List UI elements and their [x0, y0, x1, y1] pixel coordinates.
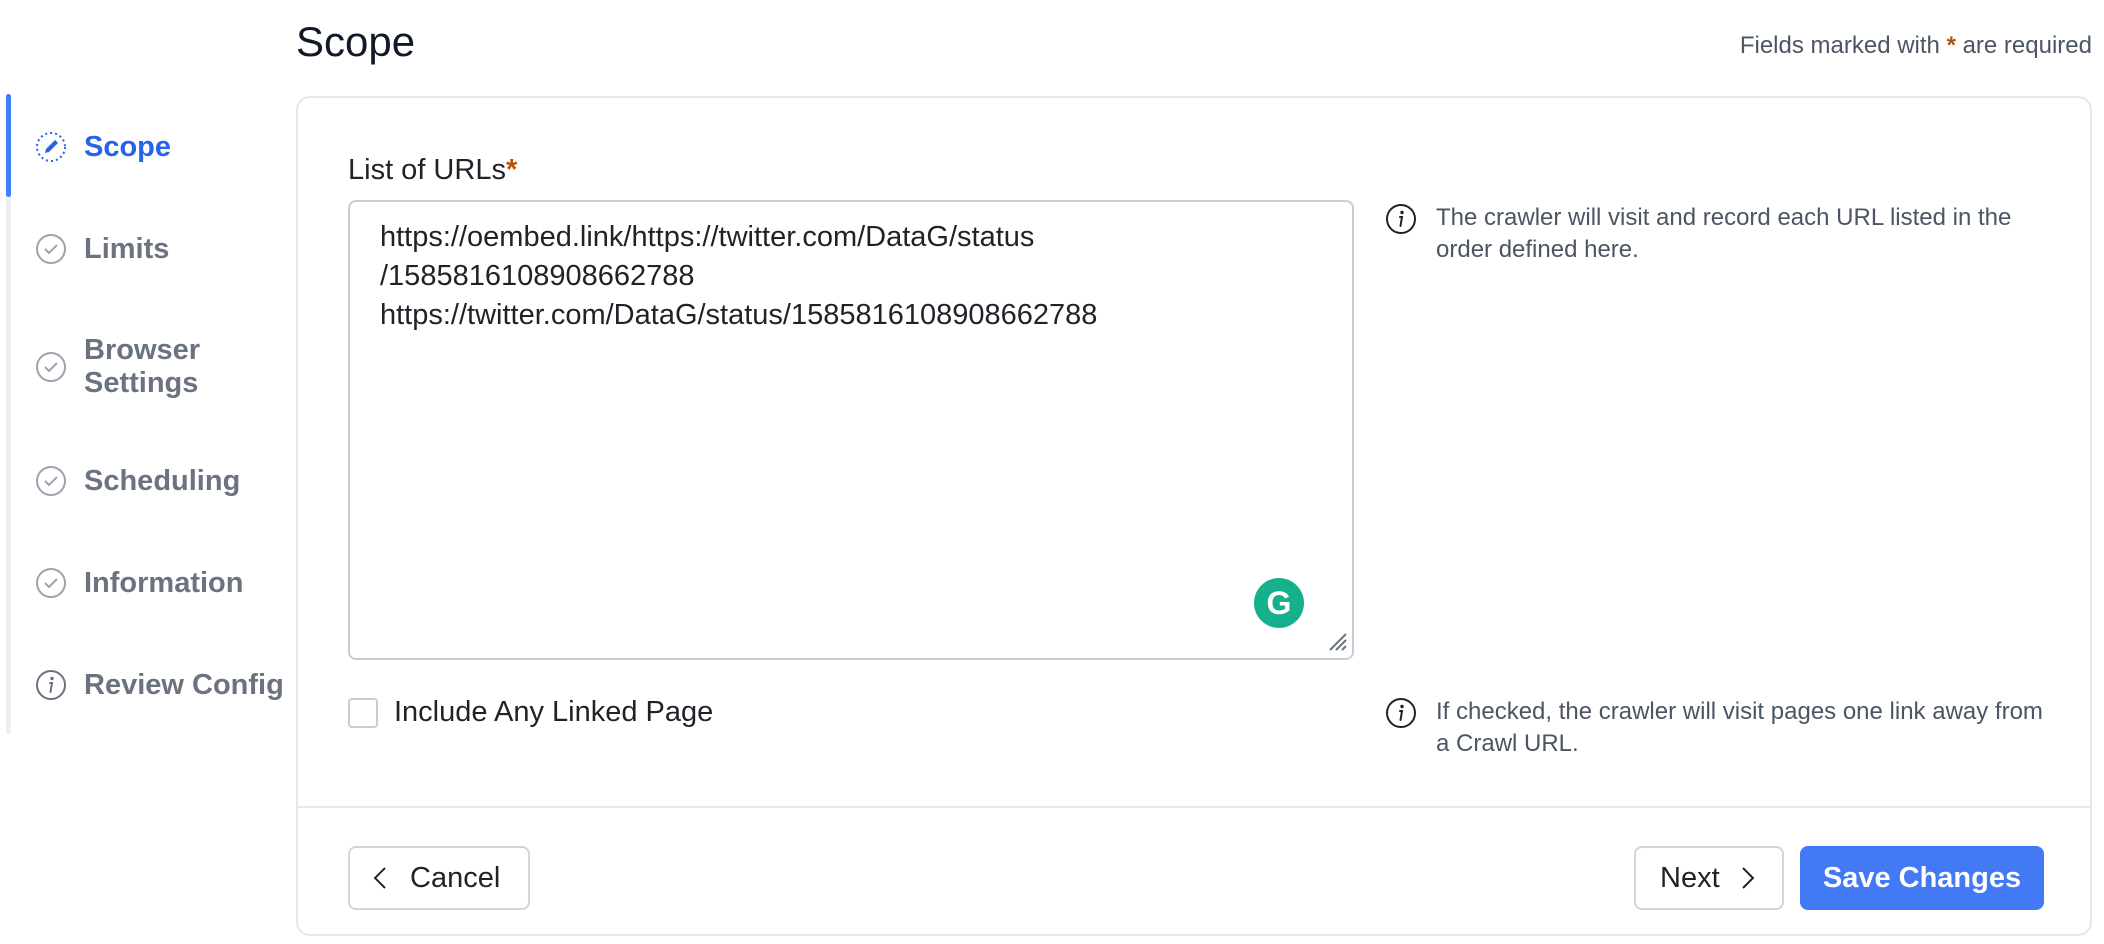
cancel-label: Cancel — [410, 861, 501, 894]
info-circle-icon — [1384, 202, 1418, 266]
urls-label-text: List of URLs — [348, 154, 506, 186]
grammarly-icon[interactable]: G — [1254, 578, 1304, 628]
nav-label-scheduling: Scheduling — [84, 465, 241, 497]
urls-help-text: The crawler will visit and record each U… — [1436, 204, 2012, 263]
include-linked-checkbox-row[interactable]: Include Any Linked Page — [348, 696, 713, 729]
check-circle-icon — [34, 232, 68, 266]
check-circle-icon — [34, 566, 68, 600]
nav-item-scope[interactable]: Scope — [34, 130, 171, 164]
nav-active-indicator — [6, 94, 11, 197]
chevron-left-icon — [370, 865, 392, 891]
page-title: Scope — [296, 18, 416, 65]
required-star: * — [1946, 32, 1956, 59]
next-button[interactable]: Next — [1634, 846, 1784, 910]
linked-help: If checked, the crawler will visit pages… — [1384, 696, 2044, 760]
nav-label-information: Information — [84, 567, 244, 599]
next-label: Next — [1660, 861, 1720, 894]
linked-help-text: If checked, the crawler will visit pages… — [1436, 698, 2043, 757]
required-note-suffix: are required — [1962, 32, 2092, 59]
nav-label-limits: Limits — [84, 233, 170, 265]
save-changes-button[interactable]: Save Changes — [1800, 846, 2044, 910]
info-circle-icon — [34, 668, 68, 702]
chevron-right-icon — [1736, 865, 1758, 891]
nav-item-limits[interactable]: Limits — [34, 232, 169, 266]
urls-help: The crawler will visit and record each U… — [1384, 202, 2044, 266]
pencil-dotted-circle-icon — [34, 130, 68, 164]
nav-item-information[interactable]: Information — [34, 566, 244, 600]
info-circle-icon — [1384, 696, 1418, 760]
form-section-nav: Scope Limits Browser Settings Scheduling… — [0, 0, 290, 944]
nav-item-browser-settings[interactable]: Browser Settings — [34, 334, 214, 400]
include-linked-checkbox[interactable] — [348, 697, 378, 728]
include-linked-label: Include Any Linked Page — [394, 696, 714, 728]
cancel-button[interactable]: Cancel — [348, 846, 530, 910]
required-note-prefix: Fields marked with — [1739, 32, 1940, 59]
nav-label-scope: Scope — [84, 131, 172, 163]
nav-item-scheduling[interactable]: Scheduling — [34, 464, 240, 498]
footer-divider — [298, 806, 2090, 808]
urls-field-label: List of URLs* — [348, 154, 517, 187]
check-circle-icon — [34, 464, 68, 498]
resize-handle-icon[interactable] — [1324, 628, 1348, 652]
nav-item-review-config[interactable]: Review Config — [34, 668, 284, 702]
urls-required-star: * — [505, 154, 518, 186]
url-list-textarea[interactable]: https://oembed.link/https://twitter.com/… — [348, 200, 1354, 660]
nav-label-review-config: Review Config — [84, 669, 284, 701]
check-circle-icon — [34, 350, 68, 384]
nav-label-browser-settings: Browser Settings — [84, 334, 201, 399]
scope-form-card: List of URLs* https://oembed.link/https:… — [296, 96, 2092, 936]
required-fields-note: Fields marked with * are required — [1740, 32, 2092, 60]
